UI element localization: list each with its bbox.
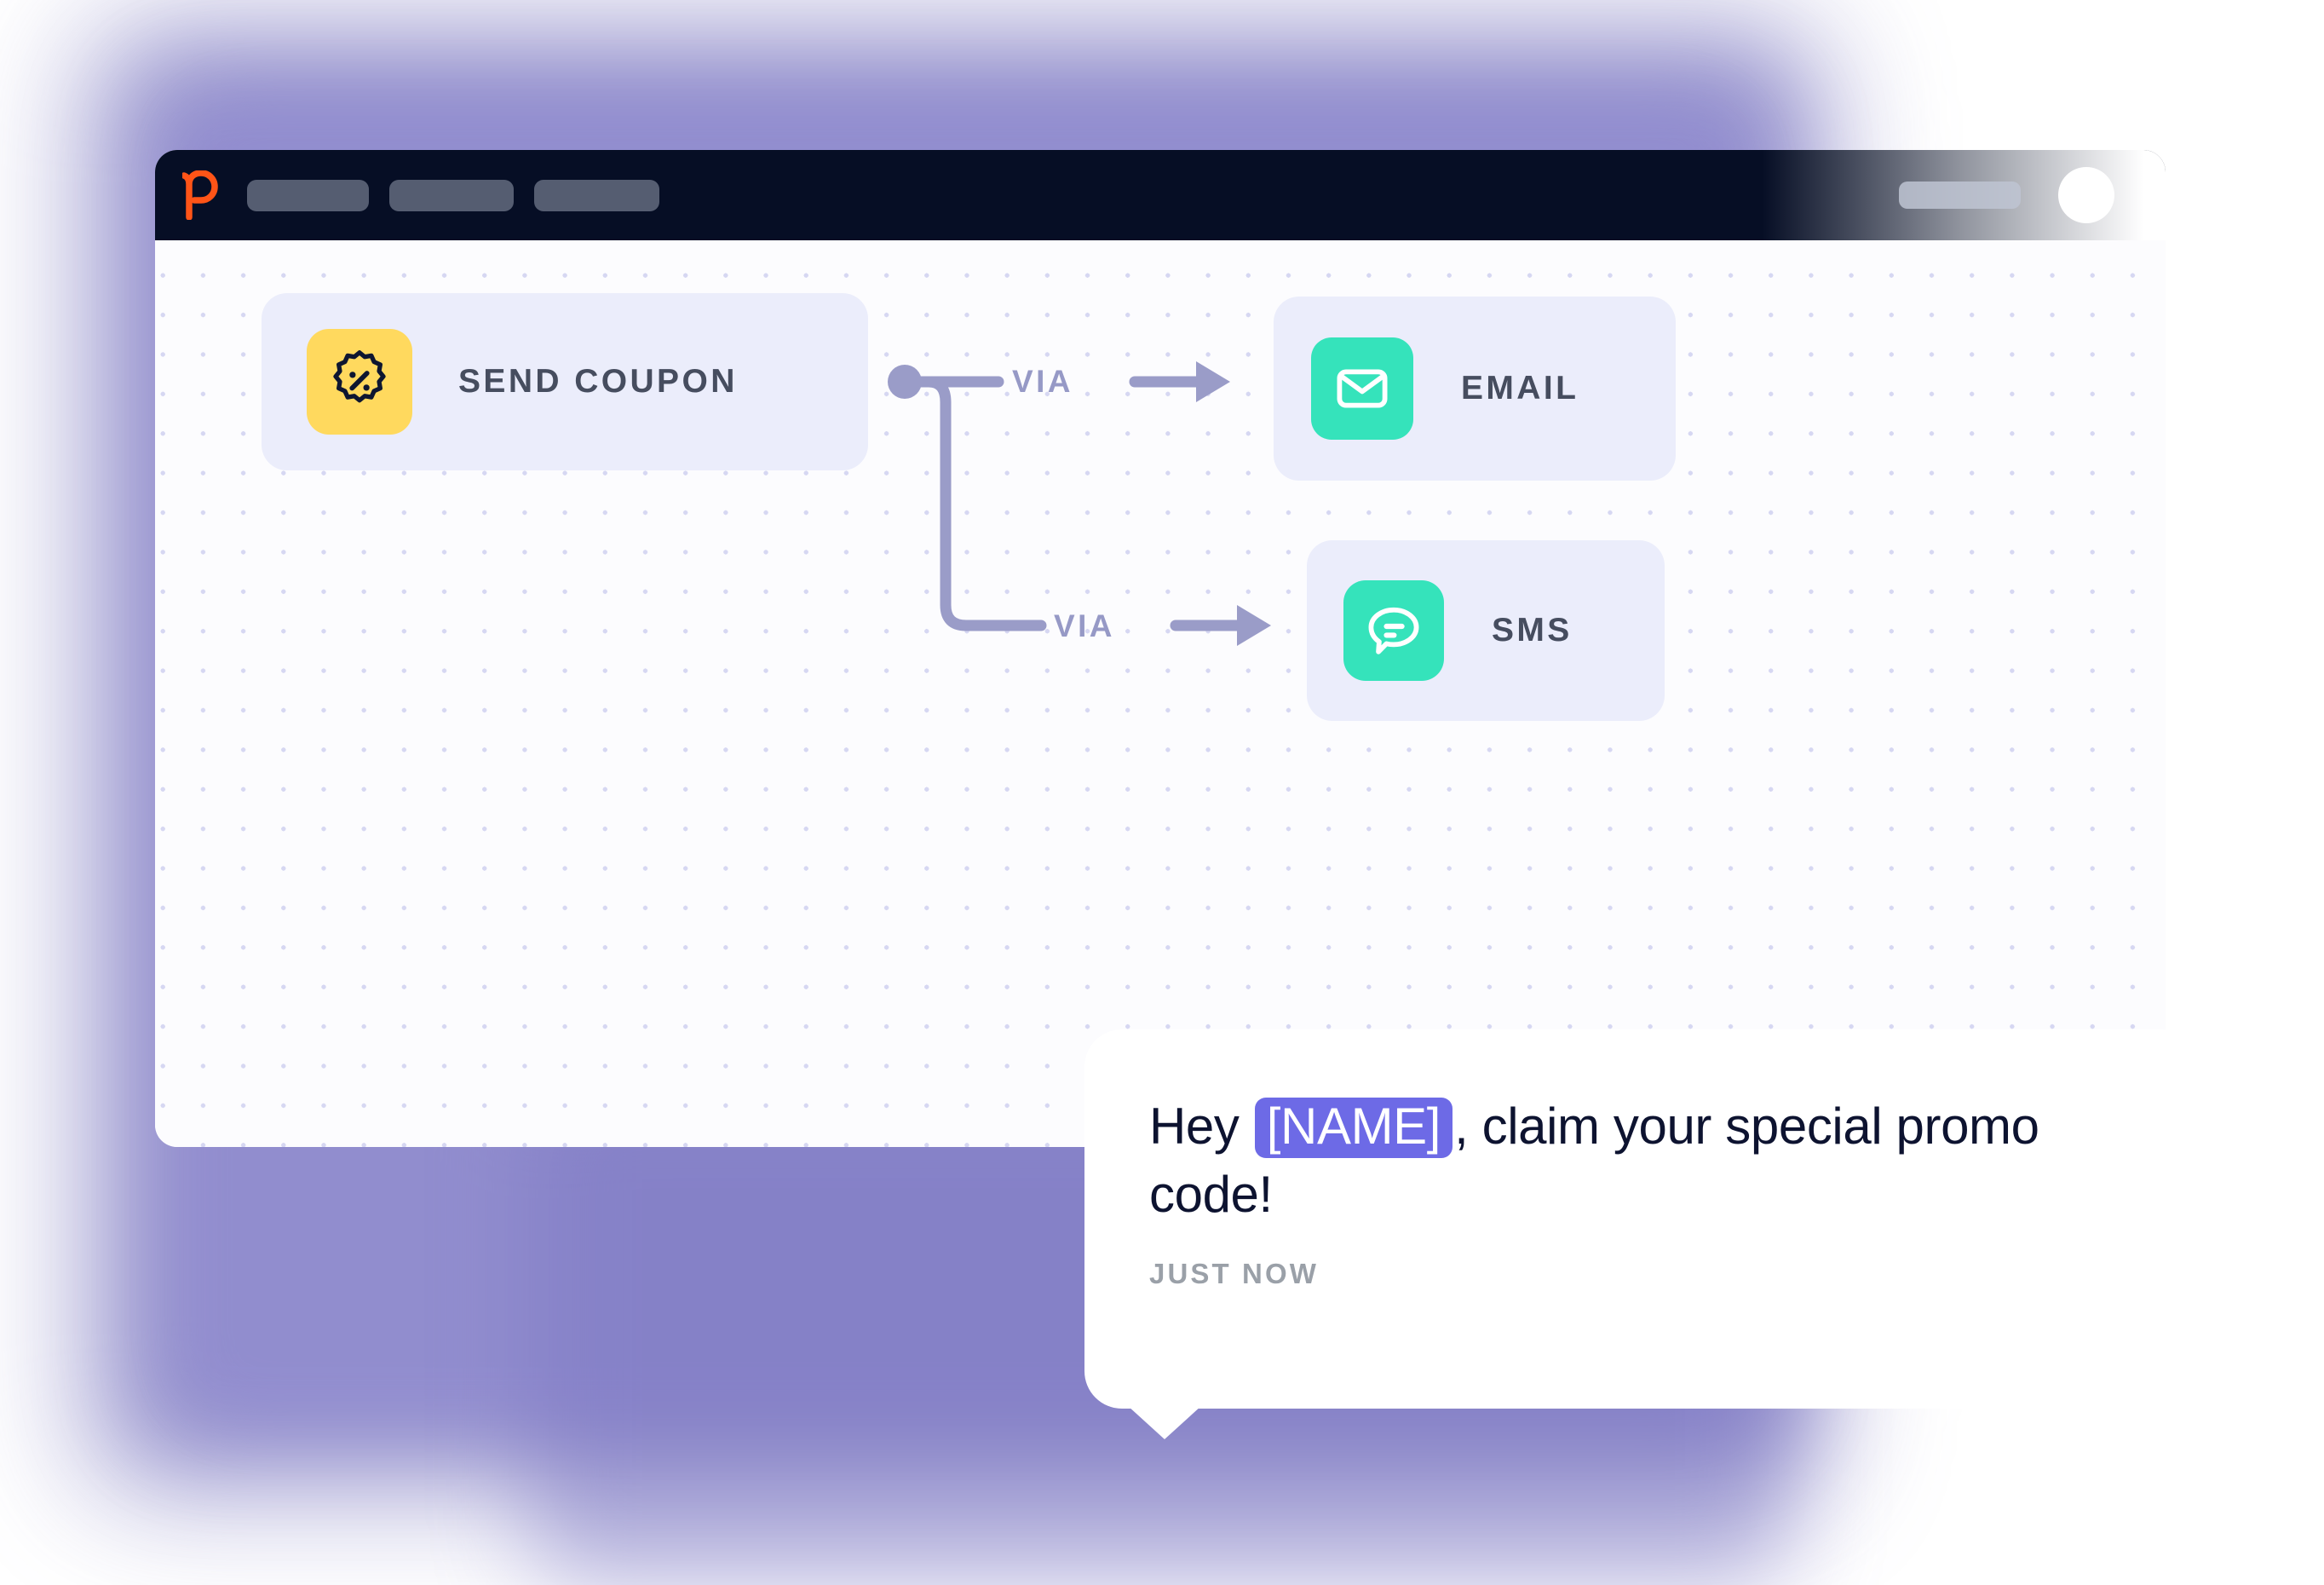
app-window: VIA VIA SEND COUPON EMAIL SMS bbox=[155, 150, 2166, 1147]
nav-item-2[interactable] bbox=[389, 179, 514, 211]
message-token-name[interactable]: [NAME] bbox=[1254, 1098, 1453, 1158]
app-titlebar bbox=[155, 150, 2166, 240]
arrow-right-icon-bottom bbox=[1170, 605, 1271, 646]
flow-canvas[interactable]: VIA VIA SEND COUPON EMAIL SMS bbox=[155, 240, 2166, 1147]
connector-label-via-sms: VIA bbox=[1054, 608, 1115, 643]
brand-p-logo-icon[interactable] bbox=[181, 170, 220, 221]
coupon-percent-badge-icon bbox=[307, 329, 412, 435]
flow-node-label-email: EMAIL bbox=[1461, 370, 1579, 406]
message-timestamp: JUST NOW bbox=[1149, 1257, 1319, 1289]
flow-node-sms[interactable]: SMS bbox=[1307, 540, 1665, 721]
message-text-before: Hey bbox=[1149, 1098, 1240, 1155]
flow-node-email[interactable]: EMAIL bbox=[1274, 297, 1676, 481]
avatar[interactable] bbox=[2058, 167, 2114, 223]
titlebar-action-pill[interactable] bbox=[1899, 182, 2021, 209]
arrow-right-icon-top bbox=[1129, 361, 1230, 402]
flow-node-label-send-coupon: SEND COUPON bbox=[458, 363, 738, 400]
connector-branch-dot bbox=[888, 365, 922, 399]
chat-bubble-icon bbox=[1343, 580, 1444, 681]
message-bubble: Hey [NAME], claim your special promo cod… bbox=[1084, 1029, 2198, 1439]
message-bubble-text: Hey [NAME], claim your special promo cod… bbox=[1149, 1092, 2133, 1229]
connector-elbow-bottom bbox=[912, 376, 1047, 631]
nav-item-3[interactable] bbox=[534, 179, 659, 211]
connector-label-via-email: VIA bbox=[1012, 364, 1073, 399]
nav-item-1[interactable] bbox=[247, 179, 369, 211]
screenshot-stage: VIA VIA SEND COUPON EMAIL SMS Hey [NAME]… bbox=[0, 0, 2324, 1585]
envelope-icon bbox=[1311, 337, 1413, 440]
flow-node-send-coupon[interactable]: SEND COUPON bbox=[262, 293, 868, 470]
flow-node-label-sms: SMS bbox=[1492, 612, 1573, 648]
titlebar-right-group bbox=[1899, 150, 2114, 240]
